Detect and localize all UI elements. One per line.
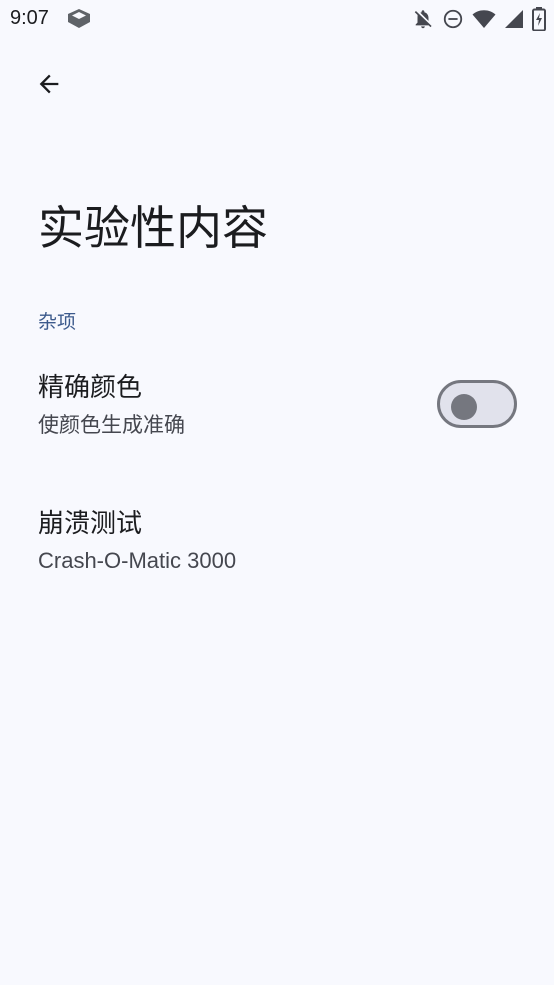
notifications-off-icon xyxy=(412,8,434,30)
wifi-icon xyxy=(472,8,496,30)
arrow-back-icon xyxy=(35,70,63,102)
switch-thumb xyxy=(451,394,477,420)
do-not-disturb-icon xyxy=(442,8,464,30)
crash-test-preference[interactable]: 崩溃测试 Crash-O-Matic 3000 xyxy=(0,496,554,596)
preference-summary: Crash-O-Matic 3000 xyxy=(38,548,237,573)
preference-title: 崩溃测试 xyxy=(38,509,143,539)
precise-color-preference[interactable]: 精确颜色 使颜色生成准确 xyxy=(0,360,554,460)
battery-charging-icon xyxy=(532,7,546,31)
signal-icon xyxy=(504,8,524,30)
status-time: 9:07 xyxy=(10,7,49,29)
precise-color-switch[interactable] xyxy=(437,380,517,428)
app-notification-icon xyxy=(67,8,91,30)
page-title: 实验性内容 xyxy=(38,201,268,255)
status-bar: 9:07 xyxy=(0,0,554,40)
status-icons xyxy=(412,6,546,32)
section-header: 杂项 xyxy=(38,311,77,333)
back-button[interactable] xyxy=(22,62,76,110)
preference-summary: 使颜色生成准确 xyxy=(38,413,185,437)
preference-title: 精确颜色 xyxy=(38,373,143,403)
